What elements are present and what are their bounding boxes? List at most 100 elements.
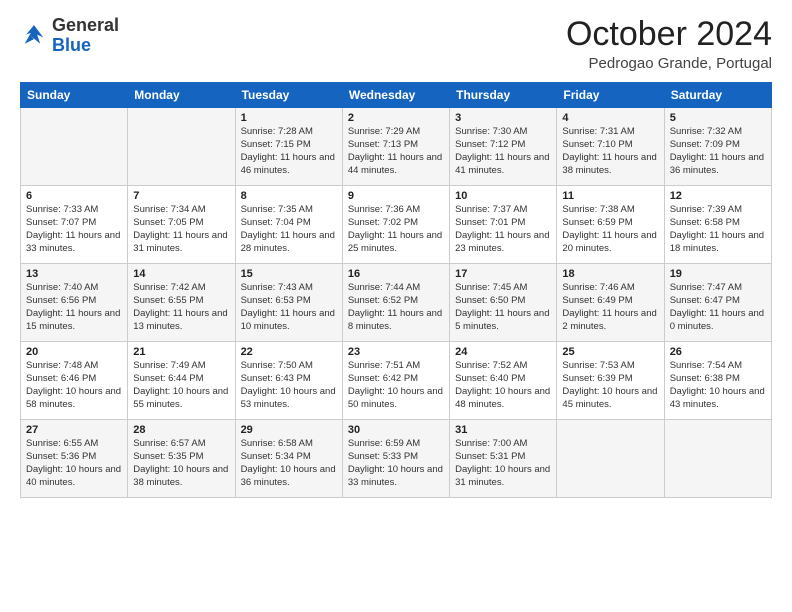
table-row: 12 Sunrise: 7:39 AM Sunset: 6:58 PM Dayli… <box>664 186 771 264</box>
table-row: 28Sunrise: 6:57 AM Sunset: 5:35 PM Dayli… <box>128 420 235 498</box>
day-number: 6 <box>26 190 122 202</box>
table-row: 18 Sunrise: 7:46 AM Sunset: 6:49 PM Dayli… <box>557 264 664 342</box>
calendar-week-row: 27 Sunrise: 6:55 AM Sunset: 5:36 PM Dayli… <box>21 420 772 498</box>
table-row: 25 Sunrise: 7:53 AM Sunset: 6:39 PM Dayli… <box>557 342 664 420</box>
table-row: 4 Sunrise: 7:31 AM Sunset: 7:10 PM Daylig… <box>557 108 664 186</box>
cell-content: Sunrise: 6:55 AM Sunset: 5:36 PM Dayligh… <box>26 438 122 489</box>
day-number: 22 <box>241 346 337 358</box>
table-row: 23Sunrise: 7:51 AM Sunset: 6:42 PM Dayli… <box>342 342 449 420</box>
table-row <box>664 420 771 498</box>
table-row: 31 Sunrise: 7:00 AM Sunset: 5:31 PM Dayli… <box>450 420 557 498</box>
col-thursday: Thursday <box>450 83 557 108</box>
cell-content: Sunrise: 7:35 AM Sunset: 7:04 PM Dayligh… <box>241 204 337 255</box>
cell-content: Sunrise: 7:46 AM Sunset: 6:49 PM Dayligh… <box>562 282 658 333</box>
table-row: 16Sunrise: 7:44 AM Sunset: 6:52 PM Dayli… <box>342 264 449 342</box>
header-row: Sunday Monday Tuesday Wednesday Thursday… <box>21 83 772 108</box>
table-row: 30Sunrise: 6:59 AM Sunset: 5:33 PM Dayli… <box>342 420 449 498</box>
day-number: 3 <box>455 112 551 124</box>
day-number: 1 <box>241 112 337 124</box>
col-tuesday: Tuesday <box>235 83 342 108</box>
table-row: 1 Sunrise: 7:28 AM Sunset: 7:15 PM Daylig… <box>235 108 342 186</box>
table-row: 10 Sunrise: 7:37 AM Sunset: 7:01 PM Dayli… <box>450 186 557 264</box>
table-row: 19 Sunrise: 7:47 AM Sunset: 6:47 PM Dayli… <box>664 264 771 342</box>
cell-content: Sunrise: 7:31 AM Sunset: 7:10 PM Dayligh… <box>562 126 658 177</box>
col-friday: Friday <box>557 83 664 108</box>
table-row: 8 Sunrise: 7:35 AM Sunset: 7:04 PM Daylig… <box>235 186 342 264</box>
logo: General Blue <box>20 16 119 56</box>
calendar-week-row: 20Sunrise: 7:48 AM Sunset: 6:46 PM Dayli… <box>21 342 772 420</box>
day-number: 13 <box>26 268 122 280</box>
day-number: 29 <box>241 424 337 436</box>
table-row: 6 Sunrise: 7:33 AM Sunset: 7:07 PM Daylig… <box>21 186 128 264</box>
cell-content: Sunrise: 7:37 AM Sunset: 7:01 PM Dayligh… <box>455 204 551 255</box>
cell-content: Sunrise: 7:45 AM Sunset: 6:50 PM Dayligh… <box>455 282 551 333</box>
day-number: 14 <box>133 268 229 280</box>
table-row <box>21 108 128 186</box>
day-number: 19 <box>670 268 766 280</box>
calendar-header: Sunday Monday Tuesday Wednesday Thursday… <box>21 83 772 108</box>
day-number: 25 <box>562 346 658 358</box>
cell-content: Sunrise: 7:53 AM Sunset: 6:39 PM Dayligh… <box>562 360 658 411</box>
calendar-week-row: 13 Sunrise: 7:40 AM Sunset: 6:56 PM Dayli… <box>21 264 772 342</box>
day-number: 26 <box>670 346 766 358</box>
table-row <box>128 108 235 186</box>
cell-content: Sunrise: 7:47 AM Sunset: 6:47 PM Dayligh… <box>670 282 766 333</box>
day-number: 4 <box>562 112 658 124</box>
page: General Blue October 2024 Pedrogao Grand… <box>0 0 792 612</box>
cell-content: Sunrise: 7:43 AM Sunset: 6:53 PM Dayligh… <box>241 282 337 333</box>
table-row: 24Sunrise: 7:52 AM Sunset: 6:40 PM Dayli… <box>450 342 557 420</box>
day-number: 23 <box>348 346 444 358</box>
logo-text: General Blue <box>52 16 119 56</box>
table-row: 14Sunrise: 7:42 AM Sunset: 6:55 PM Dayli… <box>128 264 235 342</box>
day-number: 20 <box>26 346 122 358</box>
col-wednesday: Wednesday <box>342 83 449 108</box>
cell-content: Sunrise: 7:50 AM Sunset: 6:43 PM Dayligh… <box>241 360 337 411</box>
cell-content: Sunrise: 7:39 AM Sunset: 6:58 PM Dayligh… <box>670 204 766 255</box>
col-monday: Monday <box>128 83 235 108</box>
cell-content: Sunrise: 7:40 AM Sunset: 6:56 PM Dayligh… <box>26 282 122 333</box>
cell-content: Sunrise: 7:00 AM Sunset: 5:31 PM Dayligh… <box>455 438 551 489</box>
day-number: 15 <box>241 268 337 280</box>
day-number: 31 <box>455 424 551 436</box>
day-number: 18 <box>562 268 658 280</box>
logo-bird-icon <box>20 22 48 50</box>
calendar-table: Sunday Monday Tuesday Wednesday Thursday… <box>20 82 772 498</box>
table-row: 11Sunrise: 7:38 AM Sunset: 6:59 PM Dayli… <box>557 186 664 264</box>
table-row: 3Sunrise: 7:30 AM Sunset: 7:12 PM Daylig… <box>450 108 557 186</box>
cell-content: Sunrise: 7:36 AM Sunset: 7:02 PM Dayligh… <box>348 204 444 255</box>
calendar-body: 1 Sunrise: 7:28 AM Sunset: 7:15 PM Daylig… <box>21 108 772 498</box>
day-number: 2 <box>348 112 444 124</box>
table-row: 29Sunrise: 6:58 AM Sunset: 5:34 PM Dayli… <box>235 420 342 498</box>
table-row: 7 Sunrise: 7:34 AM Sunset: 7:05 PM Daylig… <box>128 186 235 264</box>
calendar-week-row: 6 Sunrise: 7:33 AM Sunset: 7:07 PM Daylig… <box>21 186 772 264</box>
calendar-week-row: 1 Sunrise: 7:28 AM Sunset: 7:15 PM Daylig… <box>21 108 772 186</box>
cell-content: Sunrise: 7:34 AM Sunset: 7:05 PM Dayligh… <box>133 204 229 255</box>
table-row: 15 Sunrise: 7:43 AM Sunset: 6:53 PM Dayli… <box>235 264 342 342</box>
day-number: 7 <box>133 190 229 202</box>
cell-content: Sunrise: 6:59 AM Sunset: 5:33 PM Dayligh… <box>348 438 444 489</box>
day-number: 5 <box>670 112 766 124</box>
table-row <box>557 420 664 498</box>
day-number: 10 <box>455 190 551 202</box>
table-row: 26Sunrise: 7:54 AM Sunset: 6:38 PM Dayli… <box>664 342 771 420</box>
day-number: 21 <box>133 346 229 358</box>
cell-content: Sunrise: 7:28 AM Sunset: 7:15 PM Dayligh… <box>241 126 337 177</box>
cell-content: Sunrise: 7:33 AM Sunset: 7:07 PM Dayligh… <box>26 204 122 255</box>
cell-content: Sunrise: 7:44 AM Sunset: 6:52 PM Dayligh… <box>348 282 444 333</box>
header: General Blue October 2024 Pedrogao Grand… <box>20 16 772 72</box>
logo-general: General <box>52 15 119 35</box>
table-row: 2 Sunrise: 7:29 AM Sunset: 7:13 PM Daylig… <box>342 108 449 186</box>
day-number: 12 <box>670 190 766 202</box>
table-row: 17 Sunrise: 7:45 AM Sunset: 6:50 PM Dayli… <box>450 264 557 342</box>
day-number: 17 <box>455 268 551 280</box>
day-number: 27 <box>26 424 122 436</box>
cell-content: Sunrise: 7:29 AM Sunset: 7:13 PM Dayligh… <box>348 126 444 177</box>
title-block: October 2024 Pedrogao Grande, Portugal <box>566 16 772 72</box>
table-row: 5Sunrise: 7:32 AM Sunset: 7:09 PM Daylig… <box>664 108 771 186</box>
table-row: 13 Sunrise: 7:40 AM Sunset: 6:56 PM Dayli… <box>21 264 128 342</box>
location-subtitle: Pedrogao Grande, Portugal <box>566 55 772 72</box>
table-row: 27 Sunrise: 6:55 AM Sunset: 5:36 PM Dayli… <box>21 420 128 498</box>
day-number: 9 <box>348 190 444 202</box>
cell-content: Sunrise: 7:38 AM Sunset: 6:59 PM Dayligh… <box>562 204 658 255</box>
day-number: 8 <box>241 190 337 202</box>
